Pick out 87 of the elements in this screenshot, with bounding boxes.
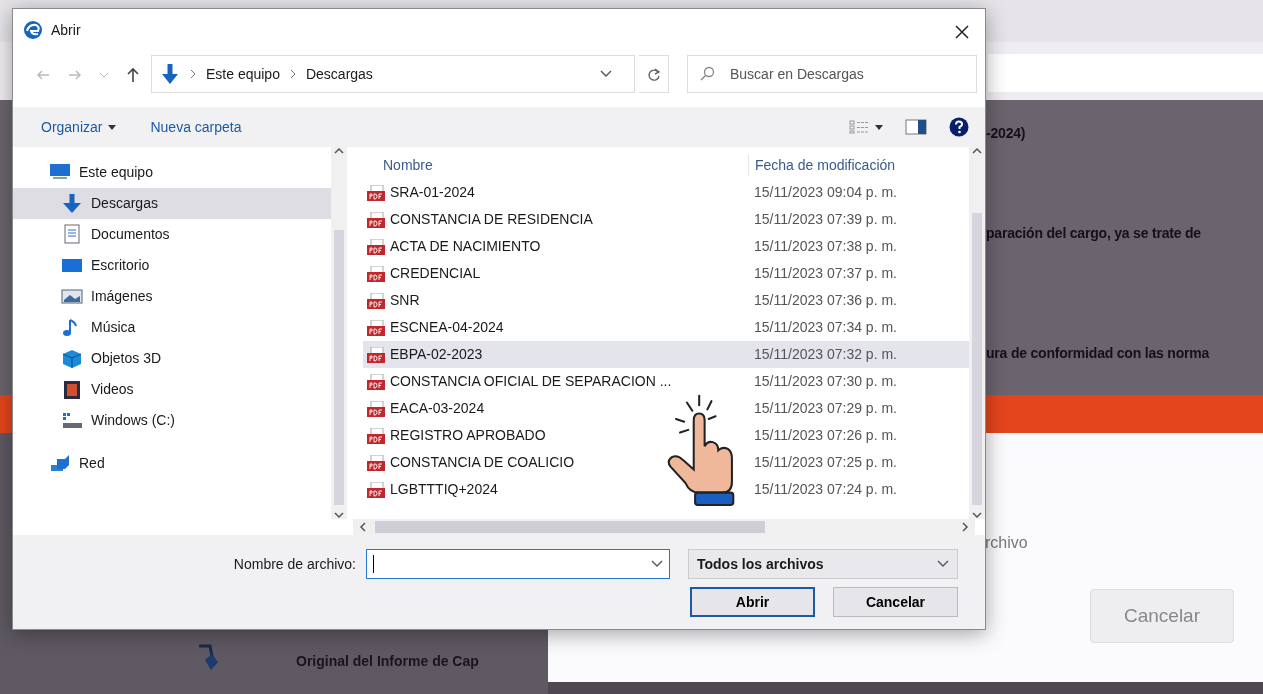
file-row[interactable]: LGBTTTIQ+2024 15/11/2023 07:24 p. m.	[363, 476, 969, 503]
file-row[interactable]: SNR 15/11/2023 07:36 p. m.	[363, 287, 969, 314]
nav-item[interactable]: Objetos 3D	[13, 343, 331, 374]
horizontal-scrollbar[interactable]	[353, 519, 975, 535]
refresh-icon	[646, 67, 661, 82]
chevron-up-icon	[972, 147, 982, 155]
search-field[interactable]	[988, 54, 1263, 92]
view-list-icon	[849, 120, 869, 134]
pdf-file-icon	[367, 265, 385, 282]
chevron-right-icon	[961, 522, 969, 532]
film-icon	[61, 378, 83, 401]
new-folder-button[interactable]: Nueva carpeta	[150, 116, 242, 138]
file-row[interactable]: ESCNEA-04-2024 15/11/2023 07:34 p. m.	[363, 314, 969, 341]
pdf-file-icon	[367, 481, 385, 498]
pdf-file-icon	[367, 319, 385, 336]
file-row[interactable]: EBPA-02-2023 15/11/2023 07:32 p. m.	[363, 341, 969, 368]
chevron-down-icon	[651, 560, 663, 568]
file-name-field[interactable]	[366, 549, 670, 579]
nav-scrollbar[interactable]	[331, 147, 347, 519]
breadcrumb-link[interactable]: Este equipo	[206, 63, 280, 85]
nav-item[interactable]: Imágenes	[13, 281, 331, 312]
organize-menu[interactable]: Organizar	[41, 116, 117, 138]
breadcrumb-link[interactable]: Descargas	[305, 63, 373, 85]
help-icon	[949, 117, 969, 137]
document-icon	[61, 223, 83, 246]
cube-icon	[61, 347, 83, 370]
field-label: Nombre de archivo:	[233, 554, 356, 574]
view-menu[interactable]	[849, 120, 883, 134]
chevron-down-icon	[600, 70, 613, 78]
background-text: paración del cargo, ya se trate de	[986, 224, 1202, 242]
open-button[interactable]: Abrir	[690, 587, 815, 617]
pdf-file-icon	[367, 184, 385, 201]
caret-icon	[108, 124, 117, 130]
up-arrow-icon	[125, 66, 141, 83]
pdf-file-icon	[367, 211, 385, 228]
pdf-file-icon	[367, 427, 385, 444]
background-heading: -2024)	[986, 124, 1027, 142]
pdf-file-icon	[367, 373, 385, 390]
refresh-button[interactable]	[639, 55, 669, 93]
column-header[interactable]: Nombre	[363, 154, 748, 176]
background-text: rchivo	[985, 533, 1029, 553]
search-field[interactable]: Buscar en Descargas	[687, 55, 977, 93]
nav-item[interactable]: Este equipo	[13, 157, 331, 188]
caret-icon	[875, 124, 883, 130]
chevron-down-icon	[334, 511, 344, 519]
file-row[interactable]: EACA-03-2024 15/11/2023 07:29 p. m.	[363, 395, 969, 422]
close-icon	[955, 24, 969, 39]
file-row[interactable]: SRA-01-2024 15/11/2023 09:04 p. m.	[363, 179, 969, 206]
preview-pane-button[interactable]	[905, 119, 927, 135]
chevron-left-icon	[359, 522, 367, 532]
background-text: ura de conformidad con las norma	[986, 344, 1211, 362]
nav-item[interactable]: Videos	[13, 374, 331, 405]
file-row[interactable]: CONSTANCIA DE COALICIO 15/11/2023 07:25 p. m.	[363, 449, 969, 476]
chevron-right-icon	[289, 69, 296, 79]
nav-item[interactable]: Documentos	[13, 219, 331, 250]
file-row[interactable]: CREDENCIAL 15/11/2023 07:37 p. m.	[363, 260, 969, 287]
chevron-down-icon	[972, 511, 982, 519]
chevron-right-icon	[190, 69, 196, 79]
nav-item[interactable]: Música	[13, 312, 331, 343]
file-row[interactable]: ACTA DE NACIMIENTO 15/11/2023 07:38 p. m.	[363, 233, 969, 260]
nav-item[interactable]: Descargas	[13, 188, 331, 219]
address-bar[interactable]: Este equipo Descargas	[151, 55, 636, 93]
pane-icon	[905, 119, 927, 135]
download-icon	[160, 63, 180, 85]
pdf-file-icon	[367, 346, 385, 363]
nav-item[interactable]: Red	[13, 448, 331, 479]
column-header[interactable]: Fecha de modificación	[748, 154, 896, 176]
pdf-file-icon	[367, 400, 385, 417]
download-icon	[61, 192, 83, 215]
background-text: Original del Informe de Cap	[296, 652, 479, 671]
help-button[interactable]	[949, 117, 969, 137]
nav-item[interactable]: Escritorio	[13, 250, 331, 281]
file-row[interactable]: CONSTANCIA DE RESIDENCIA 15/11/2023 07:39 p. m.	[363, 206, 969, 233]
browser-logo-icon	[23, 20, 43, 40]
chevron-up-icon	[334, 147, 344, 155]
window-title: Abrir	[51, 20, 81, 40]
pdf-file-icon	[367, 238, 385, 255]
chevron-down-icon	[937, 560, 949, 568]
pdf-file-icon	[367, 292, 385, 309]
cancel-button[interactable]: Cancelar	[833, 587, 958, 617]
nav-item[interactable]: Windows (C:)	[13, 405, 331, 436]
document-arrow-icon	[196, 642, 218, 672]
file-scrollbar[interactable]	[969, 147, 985, 519]
file-type-dropdown[interactable]: Todos los archivos	[688, 549, 958, 579]
file-row[interactable]: CONSTANCIA OFICIAL DE SEPARACION ... 15/11/2023 07:30 p. m.	[363, 368, 969, 395]
file-row[interactable]: REGISTRO APROBADO 15/11/2023 07:26 p. m.	[363, 422, 969, 449]
pdf-file-icon	[367, 454, 385, 471]
